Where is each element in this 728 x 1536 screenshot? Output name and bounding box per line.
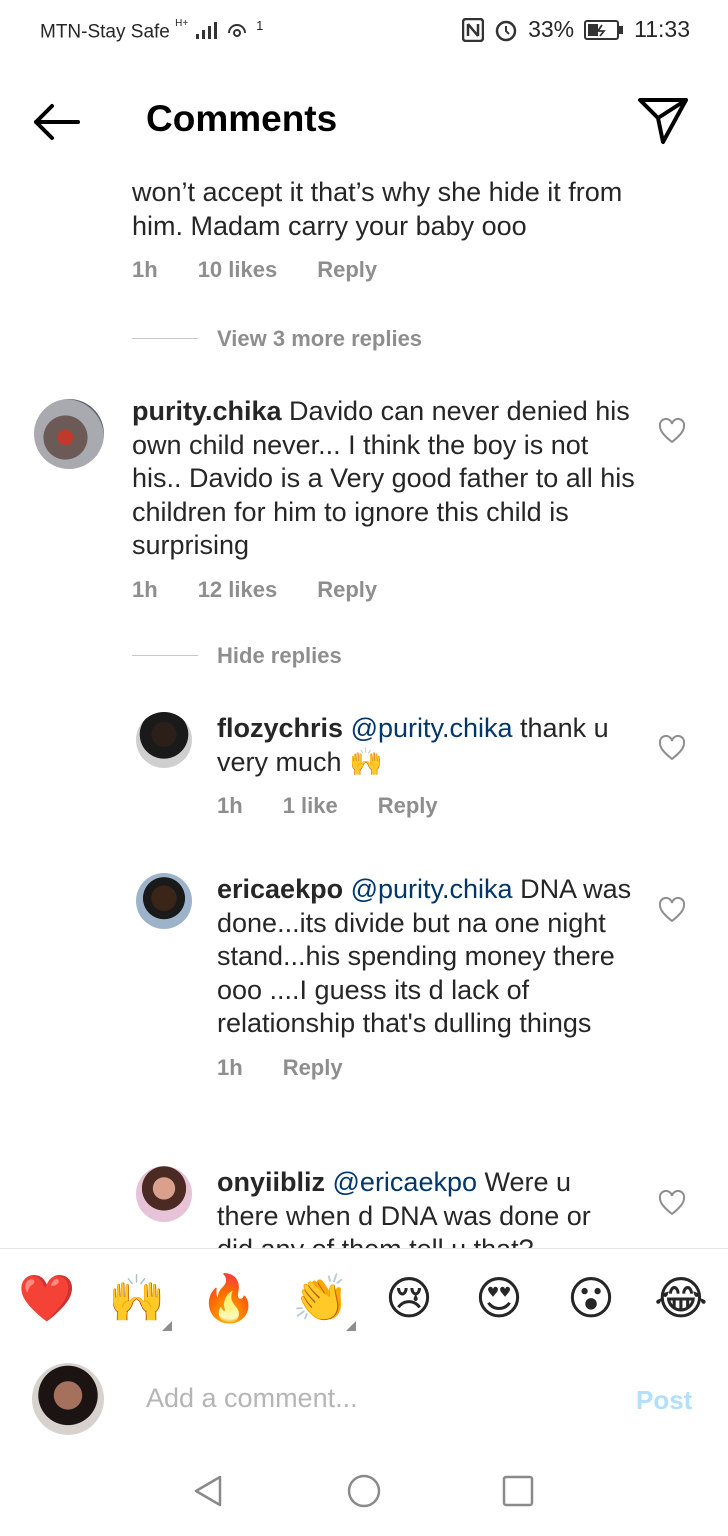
raised-hands-emoji-button[interactable]: 🙌 bbox=[108, 1271, 172, 1331]
avatar[interactable] bbox=[136, 1166, 192, 1222]
reply-time: 1h bbox=[217, 793, 243, 818]
divider-line bbox=[132, 655, 198, 656]
comment-likes[interactable]: 12 likes bbox=[198, 577, 278, 603]
reply-username[interactable]: flozychris bbox=[217, 713, 343, 743]
battery-percent: 33% bbox=[528, 16, 575, 42]
hotspot-icon bbox=[227, 24, 246, 38]
reply-button[interactable]: Reply bbox=[283, 1055, 343, 1081]
heart-icon[interactable] bbox=[658, 1190, 686, 1216]
comment-username[interactable]: purity.chika bbox=[132, 396, 282, 426]
recents-nav-icon[interactable] bbox=[500, 1473, 536, 1509]
heart-icon[interactable] bbox=[658, 735, 686, 761]
signal-bars-icon bbox=[195, 22, 217, 40]
avatar[interactable] bbox=[34, 399, 104, 469]
hotspot-count: 1 bbox=[256, 18, 264, 33]
reply-meta: 1h 1 like Reply bbox=[217, 793, 632, 819]
app-header: Comments bbox=[0, 62, 728, 172]
reply-item: onyiibliz @ericaekpo Were u there when d… bbox=[217, 1166, 632, 1248]
own-avatar bbox=[32, 1363, 104, 1435]
reply-button[interactable]: Reply bbox=[317, 577, 377, 603]
heart-icon[interactable] bbox=[658, 897, 686, 923]
comment-input[interactable]: Add a comment... bbox=[146, 1383, 358, 1414]
reply-mention[interactable]: @purity.chika bbox=[351, 713, 513, 743]
divider-line bbox=[132, 338, 198, 339]
signal-icon: H+ bbox=[175, 18, 189, 29]
surprised-emoji-button[interactable]: 😮 bbox=[564, 1271, 618, 1325]
heart-icon[interactable] bbox=[658, 418, 686, 444]
page-title: Comments bbox=[146, 98, 338, 139]
skin-tone-indicator-icon bbox=[346, 1321, 356, 1331]
home-nav-icon[interactable] bbox=[346, 1473, 382, 1509]
heart-emoji-button[interactable]: ❤️ bbox=[18, 1271, 75, 1325]
reply-username[interactable]: onyiibliz bbox=[217, 1167, 325, 1197]
raised-hands-emoji: 🙌 bbox=[108, 1272, 166, 1324]
reply-mention[interactable]: @purity.chika bbox=[351, 874, 513, 904]
emoji-quick-bar: ❤️ 🙌 🔥 👏 😢 😍 😮 😂 bbox=[0, 1248, 728, 1348]
battery-icon bbox=[584, 19, 624, 40]
reply-item: ericaekpo @purity.chika DNA was done...i… bbox=[217, 873, 632, 1081]
comment-likes[interactable]: 10 likes bbox=[198, 257, 278, 283]
clapping-emoji-button[interactable]: 👏 bbox=[292, 1271, 356, 1331]
hide-replies-button[interactable]: Hide replies bbox=[217, 643, 342, 669]
reply-text: ericaekpo @purity.chika DNA was done...i… bbox=[217, 873, 632, 1041]
comment-text: purity.chika Davido can never denied his… bbox=[132, 395, 637, 563]
fire-emoji-button[interactable]: 🔥 bbox=[200, 1271, 257, 1325]
heart-eyes-emoji-button[interactable]: 😍 bbox=[472, 1271, 526, 1325]
status-right: 33% 11:33 bbox=[462, 16, 690, 43]
send-direct-icon[interactable] bbox=[636, 94, 690, 148]
comment-composer: Add a comment... Post bbox=[0, 1347, 728, 1457]
comment-item: purity.chika Davido can never denied his… bbox=[132, 395, 637, 603]
post-button[interactable]: Post bbox=[636, 1385, 692, 1416]
laughing-emoji-button[interactable]: 😂 bbox=[654, 1271, 708, 1325]
comment-time: 1h bbox=[132, 257, 158, 282]
clock: 11:33 bbox=[634, 16, 690, 42]
carrier-name: MTN-Stay Safe bbox=[40, 21, 170, 43]
reply-time: 1h bbox=[217, 1054, 243, 1080]
reply-item: flozychris @purity.chika thank u very mu… bbox=[217, 712, 632, 819]
skin-tone-indicator-icon bbox=[162, 1321, 172, 1331]
reply-button[interactable]: Reply bbox=[317, 257, 377, 283]
comment-text: won’t accept it that’s why she hide it f… bbox=[132, 177, 623, 241]
comment-item: won’t accept it that’s why she hide it f… bbox=[132, 176, 632, 283]
reply-username[interactable]: ericaekpo bbox=[217, 874, 343, 904]
status-bar: MTN-Stay Safe H+ 1 33% 11:33 bbox=[0, 0, 728, 62]
reply-text: onyiibliz @ericaekpo Were u there when d… bbox=[217, 1166, 632, 1248]
back-arrow-icon[interactable] bbox=[30, 100, 82, 144]
nfc-icon bbox=[462, 17, 485, 42]
avatar[interactable] bbox=[136, 712, 192, 768]
back-nav-icon[interactable] bbox=[190, 1473, 226, 1509]
reply-mention[interactable]: @ericaekpo bbox=[333, 1167, 477, 1197]
view-more-replies-button[interactable]: View 3 more replies bbox=[217, 326, 422, 352]
comment-time: 1h bbox=[132, 576, 158, 602]
carrier-label: MTN-Stay Safe H+ 1 bbox=[40, 18, 263, 43]
comment-meta: 1h 12 likes Reply bbox=[132, 577, 637, 603]
alarm-icon bbox=[495, 20, 517, 41]
reply-button[interactable]: Reply bbox=[378, 793, 438, 819]
comment-meta: 1h 10 likes Reply bbox=[132, 257, 632, 283]
reply-likes[interactable]: 1 like bbox=[283, 793, 338, 819]
reply-text: flozychris @purity.chika thank u very mu… bbox=[217, 712, 632, 779]
crying-emoji-button[interactable]: 😢 bbox=[382, 1271, 436, 1325]
reply-meta: 1h Reply bbox=[217, 1055, 632, 1081]
clapping-emoji: 👏 bbox=[292, 1272, 350, 1324]
system-nav-bar bbox=[0, 1457, 728, 1536]
avatar[interactable] bbox=[136, 873, 192, 929]
